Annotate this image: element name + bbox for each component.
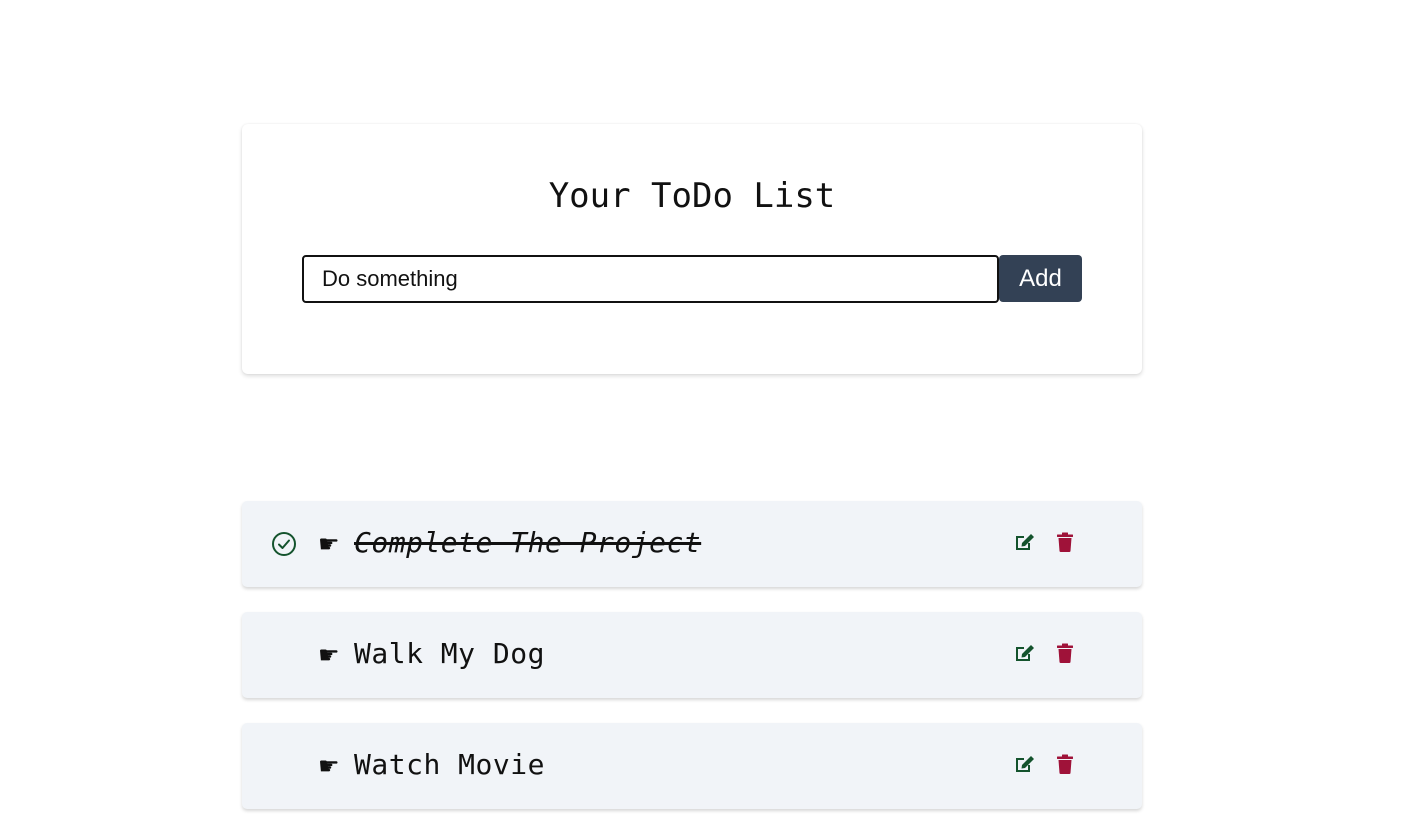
todo-list: ☛ Complete The Project ☛ Walk My Dog ☛ Watc…	[242, 501, 1142, 834]
page-title: Your ToDo List	[548, 176, 836, 216]
todo-text: ☛ Walk My Dog	[318, 636, 545, 673]
todo-item: ☛ Watch Movie	[242, 723, 1142, 809]
pointing-hand-icon: ☛	[318, 530, 341, 558]
todo-label: Walk My Dog	[354, 637, 545, 670]
todo-label: Complete The Project	[354, 526, 702, 559]
add-button[interactable]: Add	[999, 255, 1082, 302]
todo-header-card: Your ToDo List Add	[242, 124, 1142, 374]
todo-item: ☛ Walk My Dog	[242, 612, 1142, 698]
trash-icon[interactable]	[1057, 754, 1073, 774]
todo-input[interactable]	[302, 255, 999, 303]
todo-text: ☛ Complete The Project	[318, 525, 701, 562]
pointing-hand-icon: ☛	[318, 752, 341, 780]
trash-icon[interactable]	[1057, 643, 1073, 663]
check-circle-icon[interactable]	[271, 531, 297, 557]
pointing-hand-icon: ☛	[318, 641, 341, 669]
todo-label: Watch Movie	[354, 748, 545, 781]
todo-text: ☛ Watch Movie	[318, 747, 545, 784]
edit-icon[interactable]	[1014, 754, 1036, 774]
trash-icon[interactable]	[1057, 532, 1073, 552]
edit-icon[interactable]	[1014, 643, 1036, 663]
edit-icon[interactable]	[1014, 532, 1036, 552]
todo-item: ☛ Complete The Project	[242, 501, 1142, 587]
